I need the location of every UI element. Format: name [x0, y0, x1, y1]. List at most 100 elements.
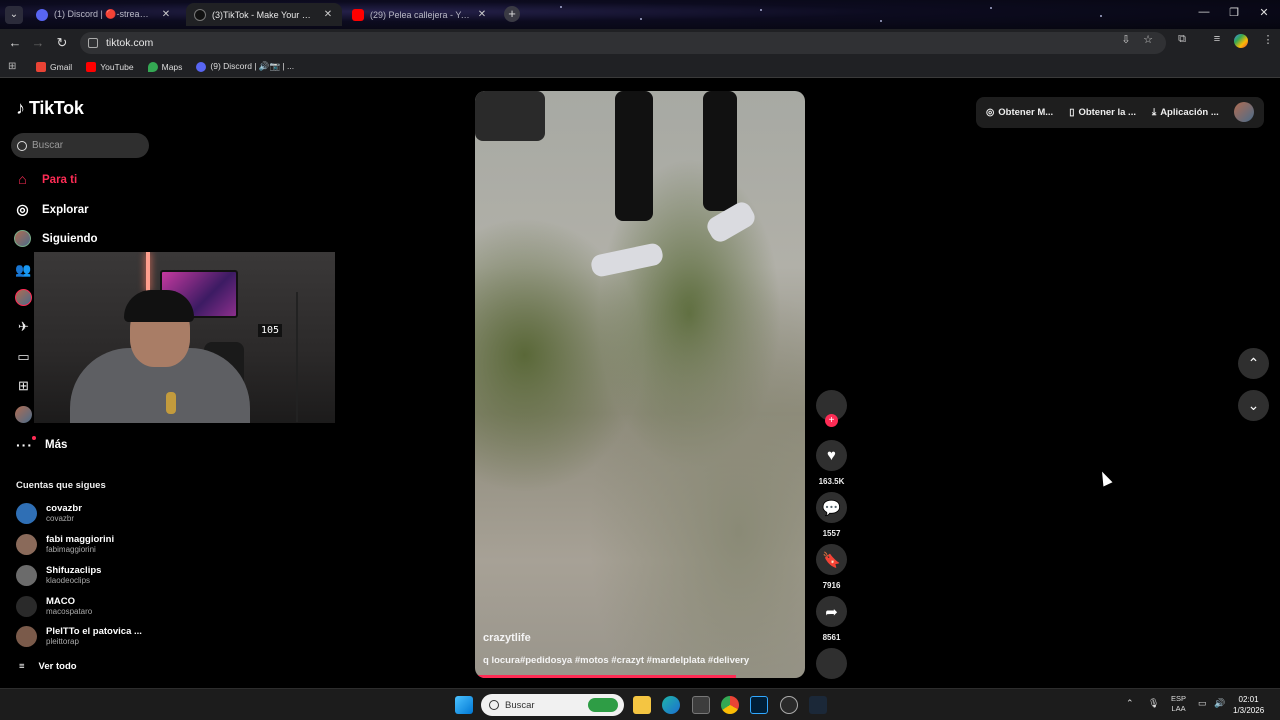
account-name: Shifuzaclips [46, 565, 102, 576]
like-action[interactable]: ♥ 163.5K [815, 440, 848, 486]
following-account[interactable]: MACO macospataro [16, 596, 92, 617]
bookmark-discord[interactable]: (9) Discord | 🔊📷 | ... [196, 61, 294, 72]
upload-icon[interactable]: ⊞ [15, 377, 32, 394]
close-icon[interactable]: ✕ [160, 9, 172, 20]
messages-icon[interactable]: ✈ [15, 318, 32, 335]
menu-icon[interactable]: ⋮ [1260, 33, 1276, 46]
follow-plus-icon[interactable]: + [825, 414, 838, 427]
tray-overflow-icon[interactable]: ⌃ [1126, 698, 1134, 709]
address-bar[interactable]: tiktok.com [80, 32, 1166, 54]
nav-para-ti[interactable]: ⌂ Para ti [14, 171, 77, 188]
youtube-icon [352, 8, 364, 21]
steam-icon[interactable] [809, 696, 827, 714]
video-progress-bar[interactable] [475, 675, 736, 678]
video-author[interactable]: crazytlife [483, 632, 531, 644]
comment-icon[interactable]: 💬 [816, 492, 847, 523]
extensions-icon[interactable]: ⧉ [1174, 33, 1190, 46]
windows-start-icon[interactable] [455, 696, 473, 714]
digital-clock: 105 [258, 324, 283, 337]
comment-action[interactable]: 💬 1557 [815, 492, 848, 538]
nav-siguiendo[interactable]: Siguiendo [14, 230, 98, 247]
reload-icon[interactable]: ↻ [53, 34, 71, 52]
account-username: macospataro [46, 607, 93, 616]
friends-icon[interactable]: 👥 [15, 261, 32, 278]
site-info-icon[interactable] [88, 38, 98, 48]
live-avatar-icon[interactable] [15, 289, 32, 306]
following-account[interactable]: covazbr covazbr [16, 503, 82, 524]
install-app-icon[interactable]: ⇩ [1118, 33, 1134, 46]
following-account[interactable]: PleITTo el patovica ... pleittorap [16, 626, 142, 647]
apps-grid-icon[interactable]: ⊞ [8, 61, 18, 72]
tab-search-button[interactable]: ⌄ [5, 6, 23, 24]
account-name: fabi maggiorini [46, 534, 115, 545]
next-video-button[interactable]: ⌄ [1238, 390, 1269, 421]
taskbar-search[interactable]: Buscar [481, 694, 624, 716]
chrome-icon[interactable] [721, 696, 739, 714]
music-disc-icon[interactable] [816, 648, 847, 679]
see-all-button[interactable]: ≡ Ver todo [19, 661, 77, 672]
profile-icon[interactable] [1234, 34, 1248, 48]
bookmark-label: Gmail [50, 61, 73, 72]
tab-discord[interactable]: (1) Discord | 🔴-stream-liv ✕ [28, 3, 180, 26]
taskbar-search-placeholder: Buscar [505, 699, 535, 711]
close-window-icon[interactable]: ✕ [1254, 6, 1274, 19]
music-disc[interactable] [815, 648, 848, 679]
tab-youtube[interactable]: (29) Pelea callejera - YouTube ✕ [344, 3, 496, 26]
app-icon[interactable] [780, 696, 798, 714]
following-account[interactable]: Shifuzaclips klaodeoclips [16, 565, 101, 586]
star-decoration [640, 18, 642, 20]
more-menu[interactable]: ··· Más [16, 436, 67, 453]
tiktok-logo[interactable]: ♪ TikTok [16, 98, 84, 119]
account-username: covazbr [46, 514, 75, 523]
creator-avatar-block[interactable]: + [815, 390, 848, 427]
previous-video-button[interactable]: ⌃ [1238, 348, 1269, 379]
video-player[interactable]: crazytlife q locura#pedidosya #motos #cr… [475, 91, 805, 678]
back-icon[interactable]: ← [6, 34, 24, 52]
bookmark-star-icon[interactable]: ☆ [1140, 33, 1156, 46]
clock-date: 1/3/2026 [1233, 706, 1265, 715]
nav-explorar[interactable]: ◎ Explorar [14, 201, 88, 218]
close-icon[interactable]: ✕ [322, 9, 334, 20]
chevron-down-icon: ⌄ [1247, 397, 1260, 413]
minimize-icon[interactable]: — [1194, 6, 1214, 18]
nav-label: Para ti [42, 173, 78, 186]
save-count: 7916 [822, 581, 841, 590]
desktop-app-button[interactable]: ⤓ Aplicación ... [1152, 107, 1219, 118]
maps-icon [147, 61, 158, 72]
new-tab-button[interactable]: + [504, 6, 520, 22]
photoshop-icon[interactable] [750, 696, 768, 714]
share-icon[interactable]: ➦ [816, 596, 847, 627]
network-icon[interactable]: ▭ [1198, 698, 1207, 709]
store-icon[interactable] [692, 696, 710, 714]
bookmark-youtube[interactable]: YouTube [86, 61, 134, 72]
restore-icon[interactable]: ❐ [1224, 6, 1244, 19]
search-input[interactable]: Buscar [11, 133, 149, 158]
taskbar-clock[interactable]: 02:01 1/3/2026 [1233, 694, 1264, 716]
bookmark-icon[interactable]: 🔖 [816, 544, 847, 575]
heart-icon[interactable]: ♥ [816, 440, 847, 471]
inbox-icon[interactable]: ▭ [15, 348, 32, 365]
save-action[interactable]: 🔖 7916 [815, 544, 848, 590]
language-indicator[interactable]: ESP LAA [1171, 694, 1186, 714]
forward-icon[interactable]: → [29, 34, 47, 52]
get-coins-button[interactable]: ◎ Obtener M... [986, 107, 1053, 118]
following-account[interactable]: fabi maggiorini fabimaggiorini [16, 534, 114, 555]
bookmark-gmail[interactable]: Gmail [36, 61, 73, 72]
close-icon[interactable]: ✕ [476, 9, 488, 20]
following-section-title: Cuentas que sigues [16, 480, 106, 491]
coin-icon: ◎ [986, 107, 995, 118]
share-action[interactable]: ➦ 8561 [815, 596, 848, 642]
tab-tiktok[interactable]: (3)TikTok - Make Your Day ✕ [186, 3, 342, 26]
gmail-icon [36, 61, 46, 72]
tripod [296, 292, 298, 422]
microphone-icon[interactable]: 🎙 [1148, 698, 1159, 709]
get-app-button[interactable]: ▯ Obtener la ... [1069, 107, 1136, 118]
user-avatar[interactable] [1234, 102, 1254, 122]
bookmark-maps[interactable]: Maps [147, 61, 182, 72]
media-control-icon[interactable]: ≡ [1209, 33, 1225, 45]
profile-avatar-icon[interactable] [15, 406, 32, 423]
star-decoration [990, 7, 992, 9]
volume-icon[interactable]: 🔊 [1214, 698, 1225, 709]
edge-icon[interactable] [662, 696, 680, 714]
file-explorer-icon[interactable] [633, 696, 651, 714]
